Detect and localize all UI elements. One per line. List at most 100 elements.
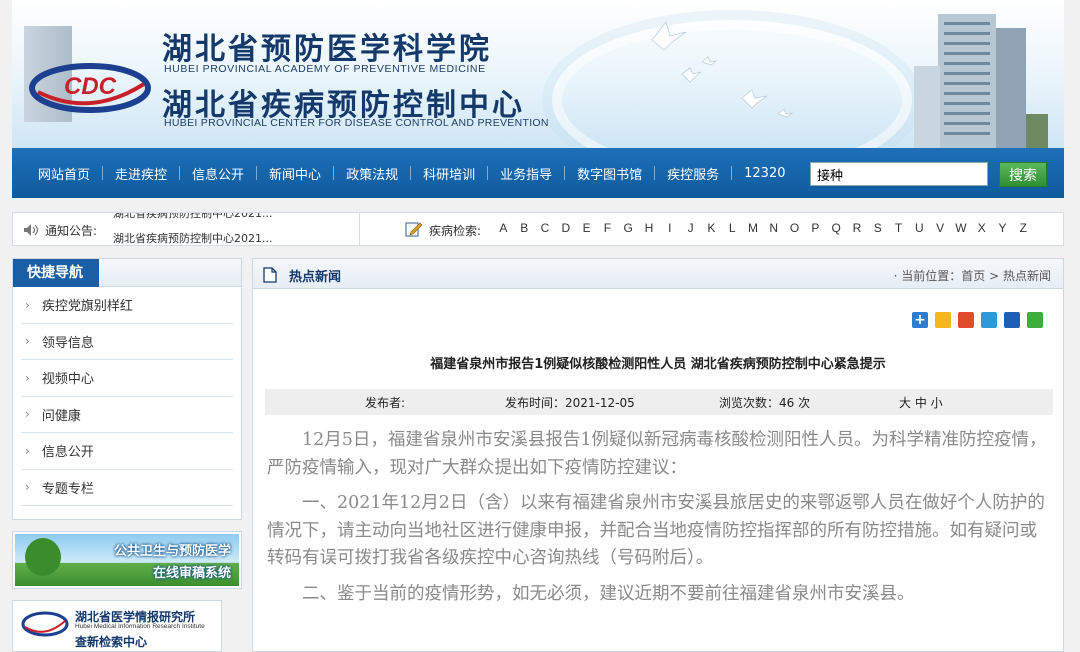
disease-letter-link[interactable]: T [888,221,909,235]
nav-link[interactable]: 政策法规 [334,164,410,183]
qzone-share-icon[interactable] [935,312,951,328]
disease-letter-link[interactable]: H [639,221,660,235]
nav-item: 科研培训 [411,164,489,183]
disease-letter-link[interactable]: E [576,221,597,235]
chevron-right-icon: › [25,443,30,458]
quick-nav-label: 视频中心 [41,372,94,388]
disease-letter-link[interactable]: X [971,221,992,235]
nav-link[interactable]: 科研培训 [411,164,487,183]
quick-nav-item[interactable]: › 疾控党旗别样红 [21,287,233,324]
font-size-switcher[interactable]: 大 中 小 [899,394,943,411]
chevron-right-icon: › [25,480,30,495]
institute-name-cn: 湖北省预防医学科学院 [162,32,492,67]
disease-letter-link[interactable]: B [514,221,535,235]
quick-nav-item[interactable]: › 视频中心 [21,360,233,397]
novelty-search-center: 查新检索中心 [75,635,148,649]
tencent-weibo-share-icon[interactable] [981,312,997,328]
disease-letter-link[interactable]: C [535,221,556,235]
wechat-share-icon[interactable] [1027,312,1043,328]
disease-letter-link[interactable]: R [847,221,868,235]
meta-date: 发布时间：2021-12-05 [505,396,635,410]
nav-item: 业务指导 [488,164,566,183]
notice-item[interactable]: 湖北省疾病预防控制中心2021... [113,230,358,245]
site-search-input[interactable] [810,162,988,186]
disease-letter-link[interactable]: O [784,221,805,235]
disease-letter-link[interactable]: D [555,221,576,235]
article-panel-header: 热点新闻 · 当前位置：首页 > 热点新闻 [253,259,1063,289]
nav-item: 数字图书馆 [565,164,656,183]
page-scrollbar[interactable] [1064,0,1080,652]
disease-letter-link[interactable]: S [867,221,888,235]
meta-publisher: 发布者: [365,396,406,410]
renren-share-icon[interactable] [1004,312,1020,328]
quick-nav-item[interactable]: › 问健康 [21,397,233,433]
search-button[interactable]: 搜索 [999,162,1047,187]
quick-nav-item[interactable]: › 信息公开 [21,433,233,470]
nav-item: 12320 [732,166,797,181]
section-title: 热点新闻 [289,270,342,285]
review-system-line2: 在线审稿系统 [152,566,231,581]
nav-link[interactable]: 信息公开 [180,164,256,183]
disease-letter-link[interactable]: Z [1013,221,1034,235]
meta-views: 浏览次数：46 次 [719,396,811,410]
quick-nav-label: 专题专栏 [41,481,94,497]
disease-letter-link[interactable]: N [763,221,784,235]
disease-letter-link[interactable]: I [659,221,680,235]
disease-letter-link[interactable]: K [701,221,722,235]
speaker-icon [24,224,39,236]
disease-letter-link[interactable]: F [597,221,618,235]
disease-letter-link[interactable]: Y [992,221,1013,235]
disease-letter-index: ABCDEFGHIJKLMNOPQRSTUVWXYZ [493,221,1034,235]
article-paragraph: 12月5日，福建省泉州市安溪县报告1例疑似新冠病毒核酸检测阳性人员。为科学精准防… [267,430,1047,478]
quick-nav-item[interactable]: › 专题专栏 [21,470,233,506]
disease-letter-link[interactable]: Q [826,221,847,235]
weibo-share-icon[interactable] [958,312,974,328]
logo-text: CDC [64,73,117,100]
disease-letter-link[interactable]: L [722,221,743,235]
article-paragraph: 一、2021年12月2日（含）以来有福建省泉州市安溪县旅居史的来鄂返鄂人员在做好… [267,493,1045,568]
notice-divider [359,213,360,245]
edit-pen-icon [405,222,423,237]
main-nav: 网站首页 走进疾控 信息公开 新闻中心 政策法规 科研培训 业务指导 数字图书馆 疾控服务 123… [12,148,1064,198]
article-panel: 热点新闻 · 当前位置：首页 > 热点新闻 + 福建省泉州市报告1例疑似核酸检测… [252,258,1064,652]
disease-search-label: 疾病检索: [429,224,482,238]
chevron-right-icon: › [25,407,30,422]
notice-item[interactable]: 湖北省疾病预防控制中心2021... [113,213,358,222]
nav-item: 新闻中心 [257,164,335,183]
disease-letter-link[interactable]: W [951,221,972,235]
disease-letter-link[interactable]: G [618,221,639,235]
disease-letter-link[interactable]: U [909,221,930,235]
disease-letter-link[interactable]: P [805,221,826,235]
site-banner: CDC 湖北省预防医学科学院 HUBEI PROVINCIAL ACADEMY … [12,0,1064,148]
review-system-line1: 公共卫生与预防医学 [113,544,231,559]
breadcrumb[interactable]: · 当前位置：首页 > 热点新闻 [894,267,1051,284]
document-icon [263,267,277,283]
quick-nav-item[interactable]: › 领导信息 [21,324,233,360]
nav-item: 网站首页 [26,164,104,183]
page: CDC 湖北省预防医学科学院 HUBEI PROVINCIAL ACADEMY … [0,0,1080,652]
nav-link[interactable]: 数字图书馆 [565,164,654,183]
disease-letter-link[interactable]: A [493,221,514,235]
article-meta: 发布者: 发布时间：2021-12-05 浏览次数：46 次 大 中 小 [265,389,1053,415]
quick-nav-panel: 快捷导航 › 疾控党旗别样红 › 领导信息 › 视频中心 › 问健康 › 信息公开 › 专题专栏 [12,258,242,520]
cdc-logo-icon[interactable]: CDC [28,58,152,114]
disease-letter-link[interactable]: V [930,221,951,235]
nav-link[interactable]: 疾控服务 [655,164,731,183]
review-system-image: 公共卫生与预防医学 在线审稿系统 [15,534,239,586]
nav-item: 信息公开 [180,164,258,183]
nav-link[interactable]: 走进疾控 [103,164,179,183]
doves-decoration [651,21,794,118]
nav-link[interactable]: 12320 [732,166,797,181]
notice-ticker: 湖北省疾病预防控制中心2021... 湖北省疾病预防控制中心2021... [113,213,358,245]
medical-info-institute-banner[interactable]: 湖北省医学情报研究所 Hubei Medical Information Res… [12,600,222,652]
share-toolbar: + [912,312,1043,328]
plus-share-icon[interactable]: + [912,312,928,328]
nav-link[interactable]: 新闻中心 [257,164,333,183]
quick-nav-label: 领导信息 [41,335,94,351]
review-system-banner[interactable]: 公共卫生与预防医学 在线审稿系统 [12,531,242,589]
disease-letter-link[interactable]: M [743,221,764,235]
nav-link[interactable]: 业务指导 [488,164,564,183]
nav-item: 疾控服务 [655,164,733,183]
nav-link[interactable]: 网站首页 [26,164,102,183]
disease-letter-link[interactable]: J [680,221,701,235]
